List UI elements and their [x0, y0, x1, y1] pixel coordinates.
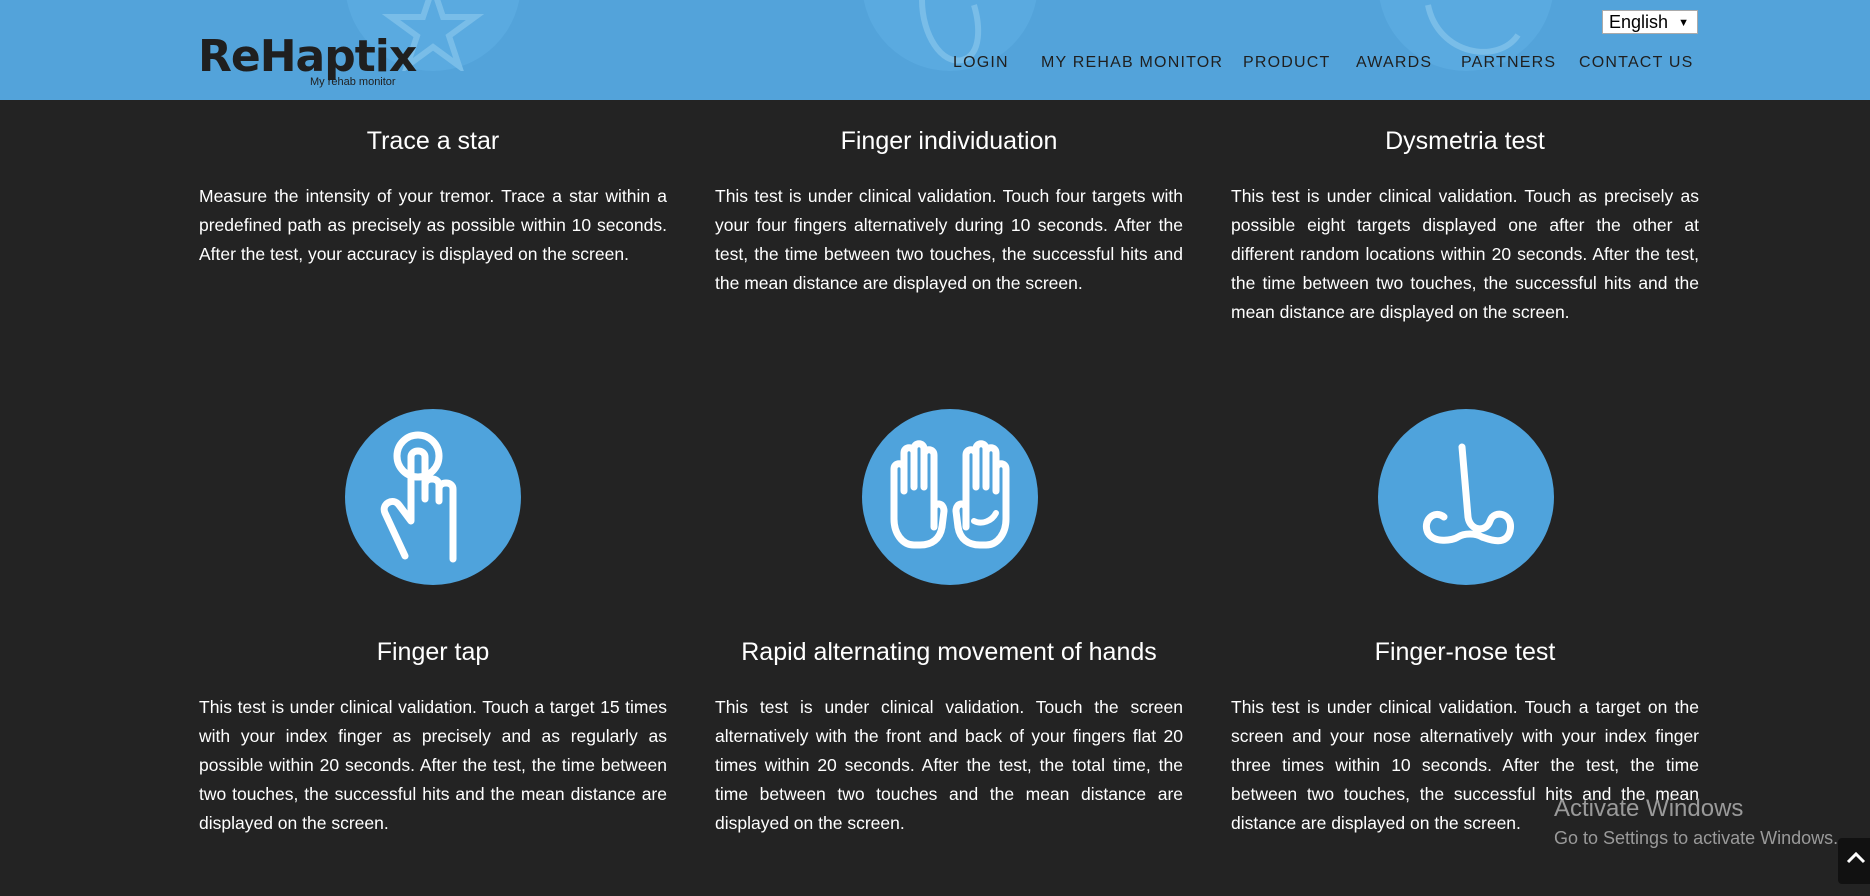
test-title: Finger tap [376, 638, 490, 666]
test-card-trace-star: Trace a star Measure the intensity of yo… [199, 126, 667, 269]
chevron-down-icon: ▼ [1678, 17, 1689, 29]
nav-partners[interactable]: PARTNERS [1461, 54, 1556, 72]
watermark-subtitle: Go to Settings to activate Windows. [1554, 828, 1839, 848]
nose-icon [1378, 409, 1554, 585]
nav-awards[interactable]: AWARDS [1356, 54, 1432, 72]
test-title: Rapid alternating movement of hands [741, 638, 1157, 666]
logo-tagline: My rehab monitor [310, 76, 396, 88]
test-title: Trace a star [366, 127, 500, 155]
test-title: Finger individuation [840, 127, 1058, 155]
finger-tap-icon [345, 409, 521, 585]
test-description: This test is under clinical validation. … [199, 697, 667, 833]
nav-product[interactable]: PRODUCT [1243, 54, 1331, 72]
rehaptix-logo[interactable]: ReHaptix My rehab monitor [198, 32, 417, 92]
test-card-rapid-alternating: Rapid alternating movement of hands This… [715, 637, 1183, 838]
test-card-dysmetria: Dysmetria test This test is under clinic… [1231, 126, 1699, 327]
test-description: This test is under clinical validation. … [1231, 186, 1699, 322]
windows-activation-watermark: Activate Windows Go to Settings to activ… [1554, 795, 1838, 851]
test-card-finger-tap: Finger tap This test is under clinical v… [199, 637, 667, 838]
watermark-title: Activate Windows [1554, 795, 1744, 822]
test-description: This test is under clinical validation. … [715, 697, 1183, 833]
chevron-up-icon [1846, 851, 1866, 864]
nav-my-rehab-monitor[interactable]: MY REHAB MONITOR [1041, 54, 1223, 72]
nav-login[interactable]: LOGIN [953, 54, 1009, 72]
nav-contact-us[interactable]: CONTACT US [1579, 54, 1694, 72]
test-description: Measure the intensity of your tremor. Tr… [199, 186, 667, 264]
language-select[interactable]: English ▼ [1602, 10, 1698, 34]
test-description: This test is under clinical validation. … [715, 186, 1183, 293]
scroll-to-top-button[interactable] [1838, 838, 1870, 884]
test-card-finger-individuation: Finger individuation This test is under … [715, 126, 1183, 298]
language-value: English [1609, 12, 1669, 32]
hands-icon [862, 409, 1038, 585]
test-title: Dysmetria test [1385, 127, 1545, 155]
site-header: ReHaptix My rehab monitor English ▼ LOGI… [0, 0, 1870, 100]
test-title: Finger-nose test [1374, 638, 1556, 666]
finger-individuation-icon [862, 0, 1038, 71]
logo-text: ReHaptix [198, 31, 417, 82]
